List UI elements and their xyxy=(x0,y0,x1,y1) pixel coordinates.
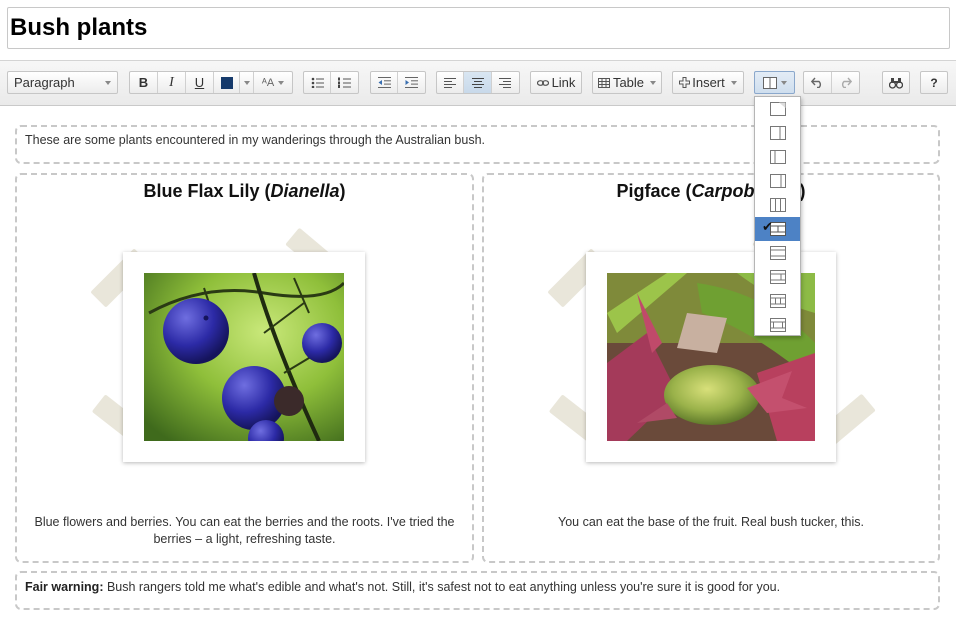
intro-text: These are some plants encountered in my … xyxy=(25,133,485,147)
layout-option-header-3col[interactable] xyxy=(755,289,800,313)
chevron-down-icon xyxy=(105,80,111,85)
align-center-button[interactable] xyxy=(464,72,492,93)
layout-header-sidebar-icon xyxy=(769,270,786,284)
layout-header-three-column-icon xyxy=(769,294,786,308)
table-icon xyxy=(597,77,610,88)
layout-option-3col[interactable] xyxy=(755,193,800,217)
align-center-icon xyxy=(471,77,484,88)
font-size-icon: ᴬA xyxy=(261,76,275,89)
layout-option-header-2col[interactable]: ✔ xyxy=(755,217,800,241)
layout-header-inset-icon xyxy=(769,318,786,332)
link-label: Link xyxy=(551,75,576,90)
layout-option-header-sidebar[interactable] xyxy=(755,265,800,289)
layout-dropdown-menu: ✔ xyxy=(754,96,801,336)
warning-text: Fair warning: Bush rangers told me what'… xyxy=(25,580,780,594)
layout-two-column-left-icon xyxy=(769,150,786,164)
align-right-button[interactable] xyxy=(492,72,519,93)
link-button[interactable]: Link xyxy=(530,71,582,94)
layout-option-2col-right[interactable] xyxy=(755,121,800,145)
layout-two-column-right-icon xyxy=(769,126,786,140)
warning-block[interactable]: Fair warning: Bush rangers told me what'… xyxy=(15,571,940,610)
layout-option-header-inset[interactable] xyxy=(755,313,800,337)
indent-group xyxy=(370,71,426,94)
left-photo-frame[interactable] xyxy=(123,252,365,462)
right-column-caption: You can eat the base of the fruit. Real … xyxy=(558,515,864,529)
dianella-berries-image xyxy=(144,273,344,441)
bullet-list-button[interactable] xyxy=(304,72,332,93)
numbered-list-icon xyxy=(338,77,351,88)
align-left-button[interactable] xyxy=(437,72,465,93)
chevron-down-icon xyxy=(730,80,737,85)
layout-option-none[interactable] xyxy=(755,97,800,121)
underline-button[interactable]: U xyxy=(186,72,214,93)
italic-button[interactable]: I xyxy=(158,72,186,93)
warning-body: Bush rangers told me what's edible and w… xyxy=(103,580,781,594)
right-column-block[interactable]: Pigface (Carpobrotus) You can eat the ba… xyxy=(482,173,940,563)
layout-header-footer-icon xyxy=(769,246,786,260)
outdent-button[interactable] xyxy=(371,72,399,93)
left-title-suffix: ) xyxy=(339,181,346,201)
help-button[interactable]: ? xyxy=(920,71,948,94)
table-button[interactable]: Table xyxy=(592,71,662,94)
left-column-caption: Blue flowers and berries. You can eat th… xyxy=(34,515,455,546)
history-group xyxy=(803,71,860,94)
table-label: Table xyxy=(612,75,645,90)
layout-single-icon xyxy=(769,102,786,116)
left-column-title: Blue Flax Lily (Dianella) xyxy=(17,181,472,202)
text-color-button[interactable] xyxy=(214,72,240,93)
list-group xyxy=(303,71,359,94)
layout-option-header-footer[interactable] xyxy=(755,241,800,265)
chevron-down-icon xyxy=(278,80,285,85)
indent-icon xyxy=(405,77,418,88)
layout-button[interactable] xyxy=(754,71,795,94)
find-icon xyxy=(889,77,903,89)
insert-button[interactable]: Insert xyxy=(672,71,744,94)
undo-button[interactable] xyxy=(804,72,832,93)
intro-block[interactable]: These are some plants encountered in my … xyxy=(15,125,940,164)
font-size-button[interactable]: ᴬA xyxy=(254,72,292,93)
left-column-block[interactable]: Blue Flax Lily (Dianella) Blue flowers a… xyxy=(15,173,474,563)
editor-toolbar: Paragraph B I U ᴬA Link Table Insert ? xyxy=(0,60,956,106)
alignment-group xyxy=(436,71,520,94)
right-title-text: Pigface ( xyxy=(616,181,692,201)
redo-icon xyxy=(841,77,852,88)
layout-two-column-icon xyxy=(769,174,786,188)
indent-button[interactable] xyxy=(398,72,425,93)
paragraph-format-select[interactable]: Paragraph xyxy=(7,71,118,94)
text-style-group: B I U ᴬA xyxy=(129,71,293,94)
layout-option-2col-left[interactable] xyxy=(755,145,800,169)
checkmark-icon: ✔ xyxy=(762,220,773,235)
warning-label: Fair warning: xyxy=(25,580,104,594)
paragraph-format-value: Paragraph xyxy=(14,75,75,90)
insert-plus-icon xyxy=(679,77,691,88)
right-column-title: Pigface (Carpobrotus) xyxy=(484,181,938,202)
align-right-icon xyxy=(499,77,512,88)
layout-icon xyxy=(762,76,777,89)
text-color-swatch xyxy=(220,76,233,89)
chevron-down-icon xyxy=(780,80,787,85)
find-button[interactable] xyxy=(882,71,910,94)
numbered-list-button[interactable] xyxy=(331,72,358,93)
redo-button[interactable] xyxy=(832,72,859,93)
chevron-down-icon xyxy=(650,80,657,85)
bullet-list-icon xyxy=(311,77,324,88)
outdent-icon xyxy=(377,77,391,88)
layout-option-2col-even[interactable] xyxy=(755,169,800,193)
left-title-text: Blue Flax Lily ( xyxy=(143,181,271,201)
text-color-dropdown[interactable] xyxy=(240,72,254,93)
bold-button[interactable]: B xyxy=(130,72,158,93)
chevron-down-icon xyxy=(243,80,250,85)
document-title-input[interactable]: Bush plants xyxy=(7,7,950,49)
insert-label: Insert xyxy=(692,75,725,90)
link-icon xyxy=(536,79,549,86)
undo-icon xyxy=(810,77,821,88)
align-left-icon xyxy=(444,77,457,88)
layout-three-column-icon xyxy=(769,198,786,212)
left-title-italic: Dianella xyxy=(270,181,340,201)
